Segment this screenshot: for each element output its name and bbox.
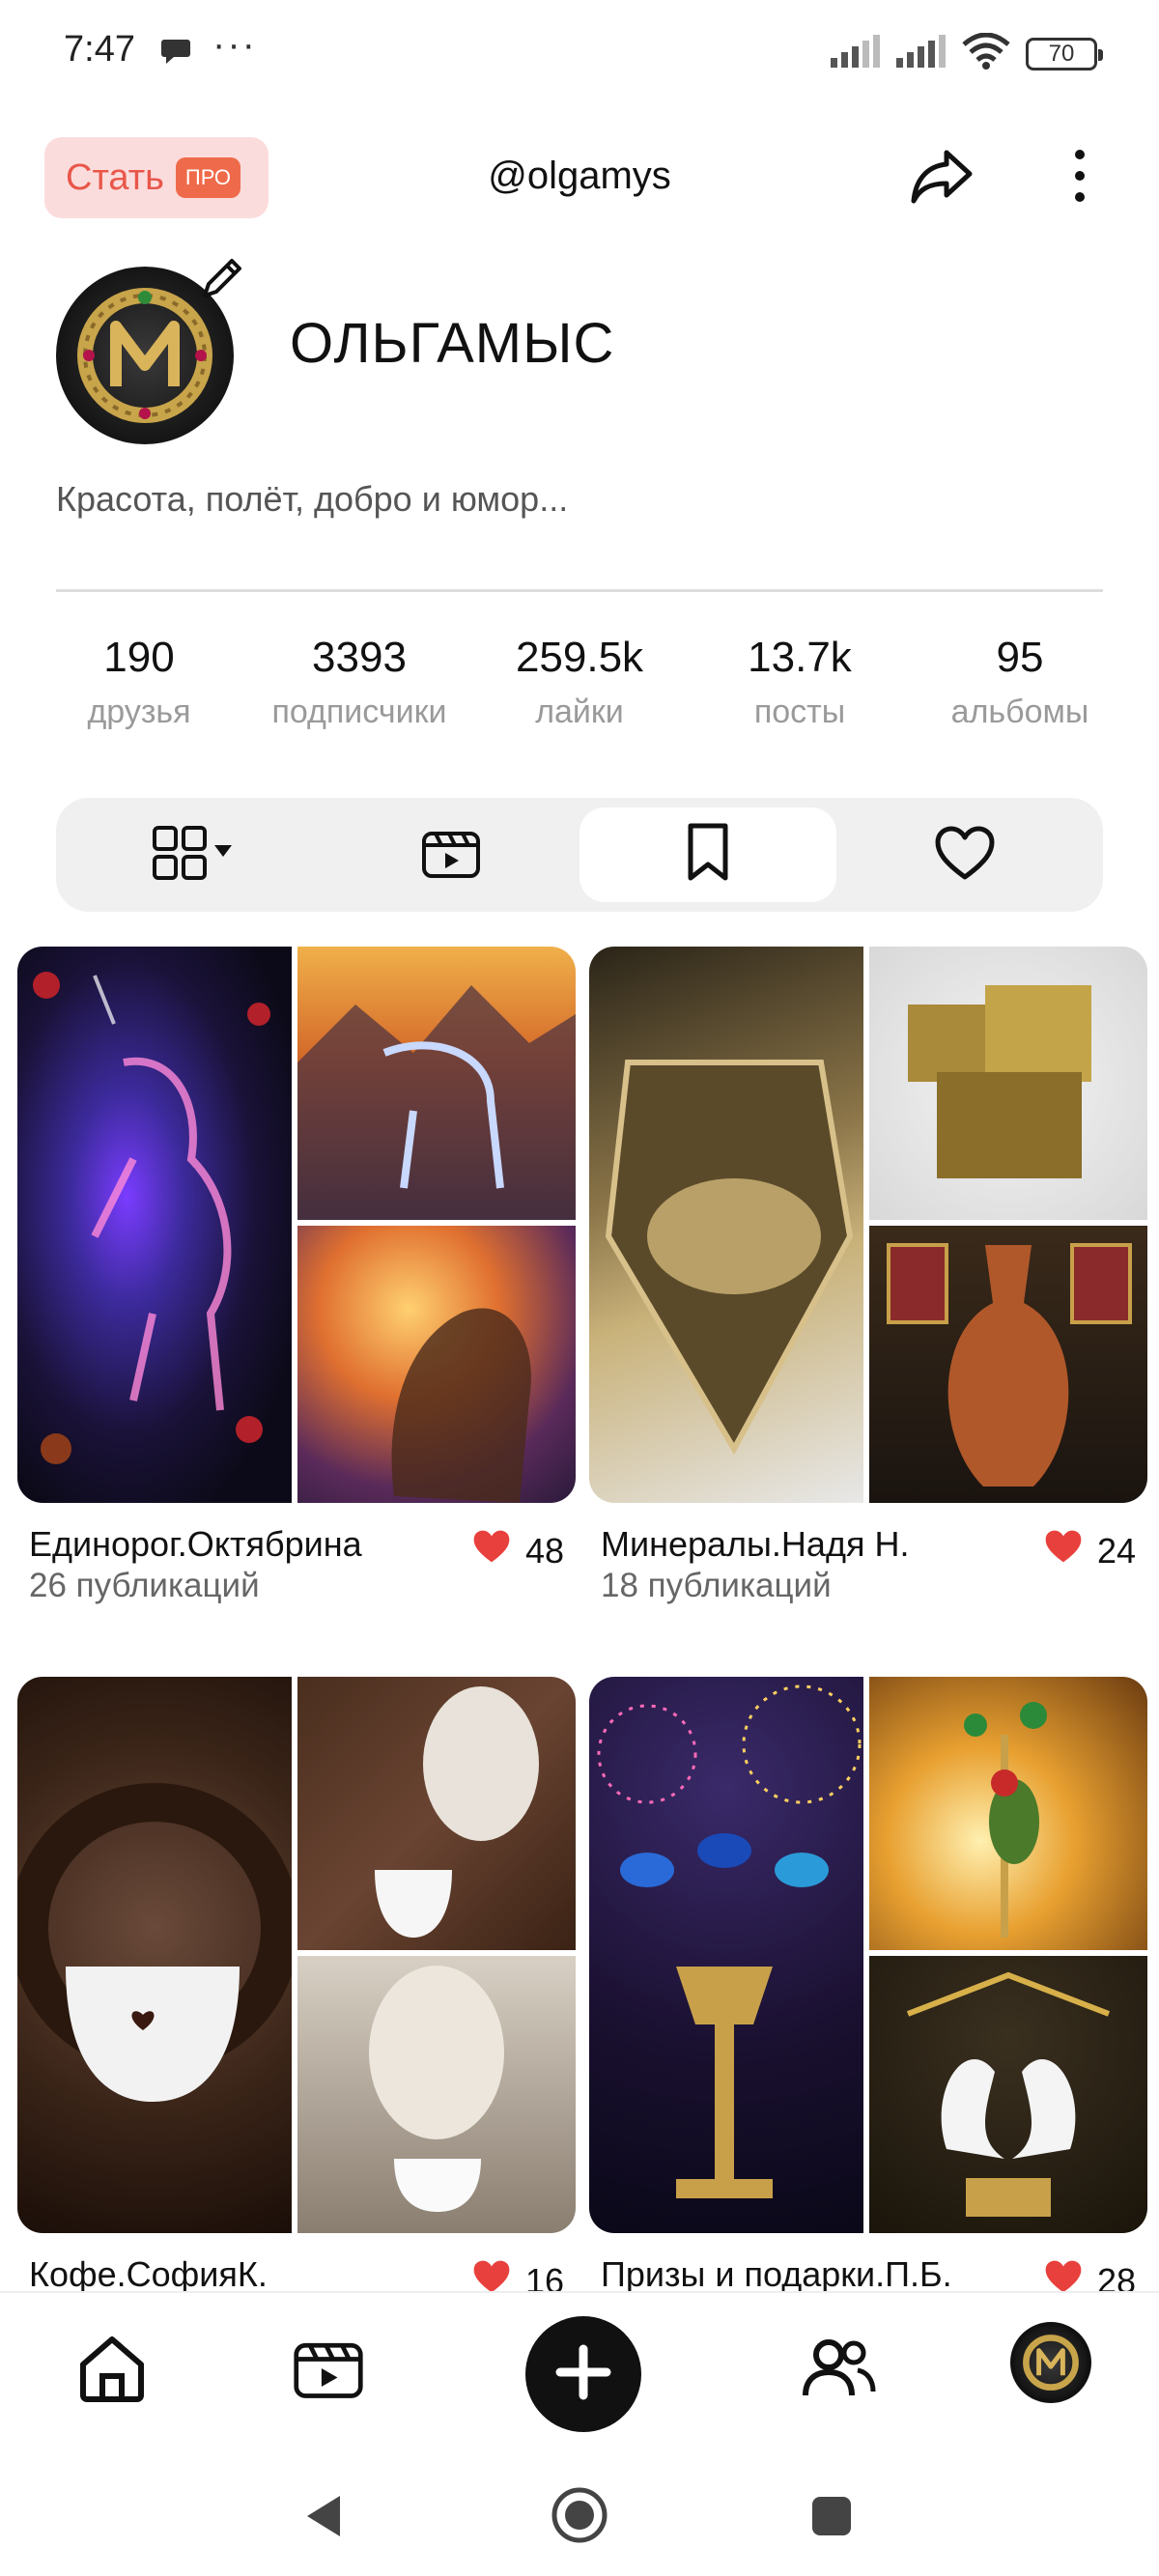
album-card[interactable]: Призы и подарки.П.Б. 28 [589, 1677, 1147, 2301]
status-bar: 7:47 ··· 70 [0, 0, 1159, 106]
tab-grid[interactable] [66, 807, 323, 902]
album-image [869, 1677, 1147, 1950]
stat-value: 190 [103, 634, 175, 681]
album-image [297, 1677, 576, 1950]
stat-label: лайки [535, 694, 624, 730]
tab-clips[interactable] [323, 807, 580, 902]
share-icon[interactable] [908, 145, 975, 212]
album-title: Единорог.Октябрина [29, 1524, 362, 1564]
album-image [17, 947, 292, 1503]
system-navigation [0, 2453, 1159, 2576]
bookmark-icon [681, 822, 735, 889]
stat-value: 3393 [312, 634, 407, 681]
stat-followers[interactable]: 3393 подписчики [249, 634, 469, 731]
album-image [589, 947, 863, 1503]
nav-clips[interactable] [292, 2332, 365, 2410]
nav-profile[interactable] [1010, 2322, 1091, 2403]
divider [56, 589, 1103, 592]
stat-label: посты [753, 694, 846, 730]
album-title: Призы и подарки.П.Б. [601, 2254, 952, 2294]
more-notifications-icon: ··· [212, 23, 257, 66]
album-collage[interactable] [589, 947, 1147, 1503]
stat-albums[interactable]: 95 альбомы [910, 634, 1130, 731]
display-name: ОЛЬГАМЫС [290, 312, 615, 375]
album-image [869, 947, 1147, 1220]
album-collage[interactable] [589, 1677, 1147, 2233]
album-title: Кофе.СофияК. [29, 2254, 268, 2294]
back-icon[interactable] [301, 2492, 348, 2545]
heart-outline-icon [934, 825, 996, 886]
chat-notification-icon [160, 37, 191, 71]
tab-liked[interactable] [836, 807, 1093, 902]
profile-bio: Красота, полёт, добро и юмор... [56, 479, 569, 519]
stat-friends[interactable]: 190 друзья [29, 634, 249, 731]
album-count: 18 публикаций [601, 1567, 832, 1604]
home-circle-icon[interactable] [551, 2486, 608, 2549]
album-card[interactable]: Кофе.СофияК. 16 [17, 1677, 576, 2301]
wifi-icon [962, 32, 1010, 74]
stat-label: друзья [87, 694, 191, 730]
album-image [869, 1226, 1147, 1503]
stat-label: альбомы [950, 694, 1089, 730]
signal-icon-2 [896, 35, 947, 72]
likes-count: 48 [524, 1530, 564, 1571]
create-post-button[interactable] [525, 2316, 641, 2432]
likes-count: 24 [1096, 1530, 1136, 1571]
video-clip-icon [420, 824, 482, 887]
recents-icon[interactable] [809, 2494, 854, 2543]
video-clip-icon [292, 2332, 365, 2410]
album-card[interactable]: Минералы.Надя Н. 18 публикаций 24 [589, 947, 1147, 1604]
album-image [589, 1677, 863, 2233]
album-image [297, 1226, 576, 1503]
stat-value: 95 [996, 634, 1044, 681]
album-image [297, 1956, 576, 2233]
username: @olgamys [488, 155, 671, 197]
album-image [869, 1956, 1147, 2233]
bottom-navigation [0, 2291, 1159, 2453]
profile-tabs [56, 798, 1103, 912]
stat-posts[interactable]: 13.7k посты [690, 634, 910, 731]
heart-filled-icon [1043, 1528, 1084, 1573]
stat-label: подписчики [271, 694, 447, 730]
album-count: 26 публикаций [29, 1567, 260, 1604]
nav-home[interactable] [75, 2332, 149, 2410]
album-collage[interactable] [17, 947, 576, 1503]
home-icon [75, 2332, 149, 2410]
profile-header: Стать ПРО @olgamys [0, 135, 1159, 222]
tab-saved[interactable] [580, 807, 836, 902]
heart-filled-icon [471, 1528, 512, 1573]
edit-pencil-icon[interactable] [197, 253, 247, 308]
avatar [1010, 2322, 1091, 2403]
nav-friends[interactable] [800, 2332, 877, 2410]
battery-icon: 70 [1026, 37, 1103, 71]
more-vertical-icon[interactable] [1060, 145, 1099, 212]
profile-stats: 190 друзья 3393 подписчики 259.5k лайки … [29, 634, 1130, 731]
album-collage[interactable] [17, 1677, 576, 2233]
stat-value: 259.5k [515, 634, 644, 681]
signal-icon [831, 35, 881, 72]
plus-icon [554, 2343, 612, 2406]
album-image [17, 1677, 299, 2233]
stat-value: 13.7k [748, 634, 852, 681]
album-likes[interactable]: 24 [1043, 1528, 1136, 1573]
album-image [297, 947, 576, 1220]
people-icon [800, 2332, 877, 2410]
album-likes[interactable]: 48 [471, 1528, 564, 1573]
stat-likes[interactable]: 259.5k лайки [469, 634, 690, 731]
status-time: 7:47 [64, 29, 135, 70]
album-card[interactable]: Единорог.Октябрина 26 публикаций 48 [17, 947, 576, 1604]
album-title: Минералы.Надя Н. [601, 1524, 910, 1564]
grid-view-icon [151, 824, 238, 887]
